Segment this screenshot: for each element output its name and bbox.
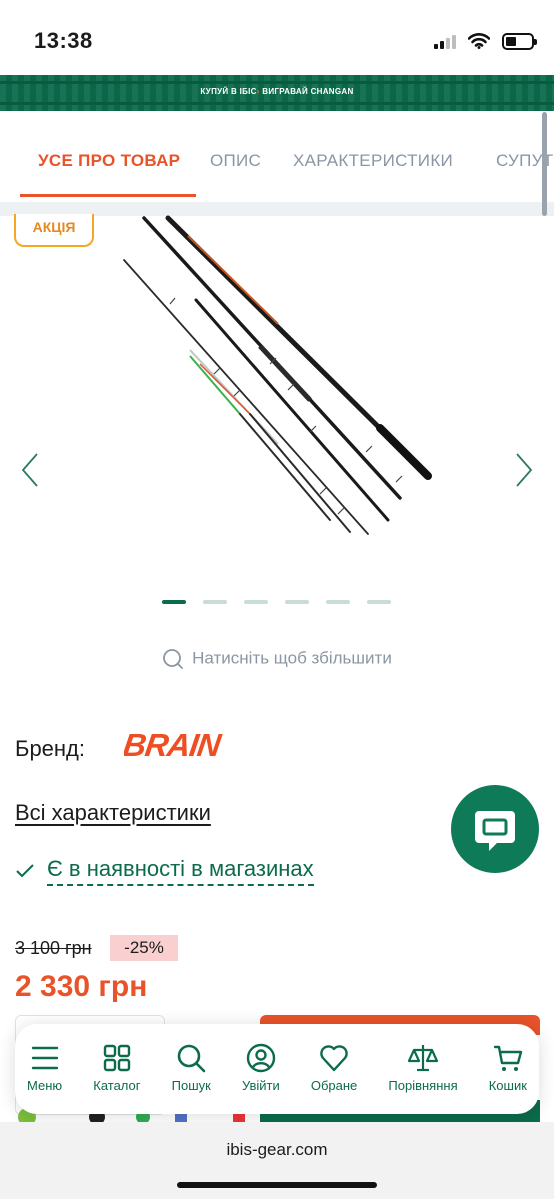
search-icon bbox=[177, 1044, 206, 1073]
promo-text: КУПУЙ В ІБІС› ВИГРАВАЙ CHANGAN bbox=[0, 87, 554, 96]
menu-icon bbox=[31, 1046, 58, 1070]
nav-login-label: Увійти bbox=[241, 1078, 280, 1093]
nav-search[interactable]: Пошук bbox=[172, 1042, 211, 1114]
promo-banner[interactable]: КУПУЙ В ІБІС› ВИГРАВАЙ CHANGAN bbox=[0, 75, 554, 111]
discount-badge: -25% bbox=[110, 935, 178, 961]
current-price: 2 330 грн bbox=[15, 970, 148, 1003]
zoom-hint[interactable]: Натисніть щоб збільшити bbox=[0, 648, 554, 670]
checkmark-icon bbox=[16, 864, 34, 878]
grid-icon bbox=[103, 1044, 131, 1072]
tab-all-about-product[interactable]: УСЕ ПРО ТОВАР bbox=[38, 151, 180, 171]
availability-text: Є в наявності в магазинах bbox=[47, 856, 314, 886]
sale-badge: АКЦІЯ bbox=[14, 214, 94, 247]
old-price: 3 100 грн bbox=[15, 938, 92, 958]
gallery-dot[interactable] bbox=[326, 600, 350, 604]
browser-address-bar[interactable]: ibis-gear.com bbox=[0, 1122, 554, 1199]
gallery-dot[interactable] bbox=[367, 600, 391, 604]
promo-arrow: › bbox=[256, 87, 260, 96]
promo-text-part1: КУПУЙ В ІБІС bbox=[200, 87, 257, 96]
cellular-signal-icon bbox=[434, 33, 456, 49]
url-text: ibis-gear.com bbox=[226, 1140, 328, 1159]
chevron-right-icon[interactable] bbox=[514, 452, 534, 488]
gallery-dot[interactable] bbox=[285, 600, 309, 604]
nav-login[interactable]: Увійти bbox=[242, 1042, 280, 1114]
nav-cart-label: Кошик bbox=[488, 1078, 527, 1093]
promo-stripe bbox=[0, 102, 554, 105]
availability-link[interactable]: Є в наявності в магазинах bbox=[15, 856, 314, 886]
nav-search-label: Пошук bbox=[171, 1078, 211, 1093]
status-bar: 13:38 bbox=[0, 0, 554, 75]
chevron-left-icon[interactable] bbox=[20, 452, 40, 488]
scrollbar[interactable] bbox=[542, 112, 547, 216]
nav-compare-label: Порівняння bbox=[388, 1078, 458, 1093]
chat-icon bbox=[475, 811, 515, 851]
gallery-pagination bbox=[162, 600, 391, 604]
chat-button[interactable] bbox=[451, 785, 539, 873]
gallery-dot[interactable] bbox=[162, 600, 186, 604]
scales-icon bbox=[407, 1045, 439, 1072]
nav-menu-label: Меню bbox=[27, 1078, 63, 1093]
battery-icon bbox=[502, 32, 537, 50]
status-time: 13:38 bbox=[34, 28, 93, 53]
brand-label: Бренд: bbox=[15, 736, 86, 761]
home-indicator[interactable] bbox=[177, 1182, 377, 1188]
user-icon bbox=[246, 1043, 276, 1073]
svg-text:BRAIN: BRAIN bbox=[124, 727, 224, 762]
heart-icon bbox=[320, 1045, 348, 1072]
wifi-icon bbox=[468, 33, 490, 49]
active-tab-indicator bbox=[20, 194, 196, 197]
nav-cart[interactable]: Кошик bbox=[489, 1042, 527, 1114]
magnifier-icon bbox=[163, 649, 184, 669]
bottom-navigation: Меню Каталог Пошук Увійти Обране Порівня… bbox=[15, 1024, 539, 1114]
promo-text-part2: ВИГРАВАЙ CHANGAN bbox=[262, 87, 354, 96]
nav-catalog[interactable]: Каталог bbox=[93, 1042, 141, 1114]
product-image[interactable] bbox=[110, 214, 450, 544]
cart-icon bbox=[493, 1045, 523, 1071]
nav-catalog-label: Каталог bbox=[93, 1078, 141, 1093]
gallery-dot[interactable] bbox=[203, 600, 227, 604]
tab-characteristics[interactable]: ХАРАКТЕРИСТИКИ bbox=[293, 151, 453, 171]
brand-logo[interactable]: BRAIN bbox=[124, 726, 282, 762]
tab-description[interactable]: ОПИС bbox=[210, 151, 261, 171]
nav-favorites[interactable]: Обране bbox=[311, 1042, 357, 1114]
nav-menu[interactable]: Меню bbox=[27, 1042, 62, 1114]
promo-stripe bbox=[0, 81, 554, 84]
zoom-hint-text: Натисніть щоб збільшити bbox=[192, 648, 392, 668]
product-tabs: УСЕ ПРО ТОВАР ОПИС ХАРАКТЕРИСТИКИ СУПУТ bbox=[0, 126, 554, 202]
gallery-dot[interactable] bbox=[244, 600, 268, 604]
status-icons bbox=[434, 30, 537, 52]
nav-compare[interactable]: Порівняння bbox=[388, 1042, 458, 1114]
all-specs-link[interactable]: Всі характеристики bbox=[15, 800, 211, 826]
nav-favorites-label: Обране bbox=[310, 1078, 358, 1093]
